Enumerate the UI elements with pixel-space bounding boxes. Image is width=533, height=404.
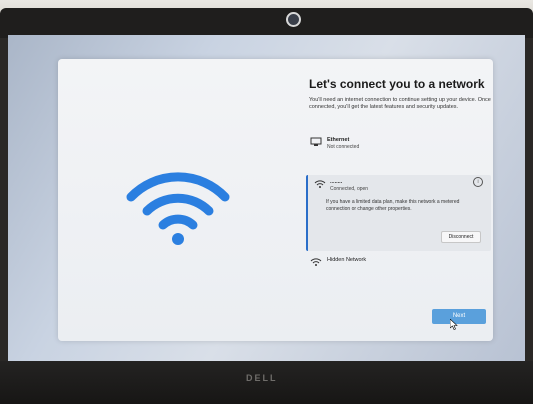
network-name: Ethernet: [327, 137, 350, 143]
info-icon[interactable]: i: [473, 177, 483, 187]
disconnect-button[interactable]: Disconnect: [441, 231, 481, 243]
wifi-icon: [310, 258, 322, 266]
network-name: Hidden Network: [327, 257, 367, 263]
wifi-icon: [314, 180, 326, 188]
network-name: ........: [330, 179, 343, 185]
network-details: If you have a limited data plan, make th…: [326, 199, 460, 212]
mouse-cursor-icon: [450, 319, 458, 330]
page-description: You'll need an internet connection to co…: [309, 97, 491, 110]
page-title: Let's connect you to a network: [309, 77, 485, 91]
laptop-bezel-top: [0, 8, 533, 38]
screen: Let's connect you to a network You'll ne…: [8, 35, 525, 361]
next-button[interactable]: Next: [432, 309, 486, 324]
network-status: Not connected: [327, 144, 360, 150]
network-status: Connected, open: [330, 186, 369, 192]
webcam: [286, 12, 301, 27]
oobe-dialog: Let's connect you to a network You'll ne…: [58, 59, 493, 341]
ethernet-icon: [310, 137, 322, 146]
brand-logo: DELL: [246, 373, 278, 383]
wifi-illustration-icon: [126, 172, 230, 245]
network-item-wifi[interactable]: ........ Connected, open i If you have a…: [306, 175, 491, 251]
